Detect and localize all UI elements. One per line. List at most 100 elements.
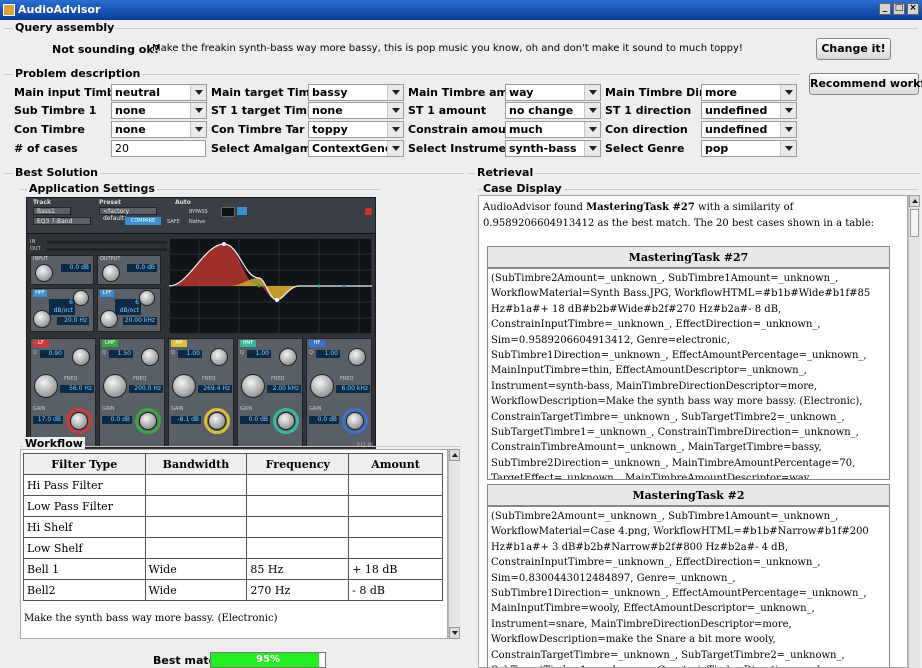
chevron-down-icon[interactable] [584,103,600,118]
case-display-title: Case Display [481,182,564,195]
table-row[interactable]: Low Shelf [23,537,443,559]
problem-select-6[interactable]: no change [505,102,601,119]
plugin-hpf-slope-knob [73,290,89,306]
scroll-thumb[interactable] [910,209,919,237]
eq-band-gain-2: -8.1 dB [171,416,201,424]
workflow-table-header: Filter Type Bandwidth Frequency Amount [23,453,443,475]
workflow-scrollbar[interactable] [448,449,460,639]
chevron-down-icon[interactable] [780,103,796,118]
eq-band-freq-label-4: FREQ [340,376,354,382]
problem-select-15[interactable]: pop [701,140,797,157]
eq-band-freq-1: 200.0 Hz [129,385,163,393]
plugin-meter [221,207,235,217]
problem-select-11[interactable]: undefined [701,121,797,138]
table-cell [348,474,443,496]
plugin-lpf-label: LPF [100,290,114,297]
chevron-down-icon[interactable] [387,85,403,100]
chevron-down-icon[interactable] [584,141,600,156]
plugin-lpf-slope: 6 dB/oct [115,299,141,315]
table-row[interactable]: Bell2 Wide 270 Hz - 8 dB [23,579,443,601]
problem-select-14[interactable]: synth-bass [505,140,601,157]
chevron-down-icon[interactable] [780,141,796,156]
scroll-up-arrow-icon[interactable] [909,195,920,207]
eq-band-gain-1: 0.0 dB [102,416,132,424]
eq-band-q-4: 1.00 [316,350,340,358]
table-cell [144,495,248,517]
eq-band-q-2: 1.00 [178,350,202,358]
workflow-table-body: Hi Pass Filter Low Pass Filter Hi Shelf Low… [23,474,443,601]
problem-select-8[interactable]: none [111,121,207,138]
plugin-hpf-label: HPF [33,290,47,297]
table-cell [144,516,248,538]
window-titlebar: AudioAdvisor _ □ × [0,0,922,20]
chevron-down-icon[interactable] [387,141,403,156]
eq-band-gain-4: 0.0 dB [309,416,339,424]
plugin-compare-button: COMPARE [125,217,161,225]
change-it-button[interactable]: Change it! [816,38,891,60]
problem-label-10: Constrain amount [408,123,519,136]
chevron-down-icon[interactable] [387,122,403,137]
best-solution-title: Best Solution [13,166,100,179]
problem-select-1[interactable]: bassy [308,84,404,101]
case-body-1: (SubTimbre2Amount=_unknown_, SubTimbre1A… [487,268,890,480]
eq-band-gain-label-0: GAIN [33,406,46,412]
problem-value-7: undefined [705,104,768,117]
case-title-2: MasteringTask #2 [487,484,890,506]
chevron-down-icon[interactable] [190,122,206,137]
num-cases-input[interactable]: 20 [111,140,206,157]
plugin-close-indicator [365,208,372,215]
table-row[interactable]: Hi Pass Filter [23,474,443,496]
problem-select-4[interactable]: none [111,102,207,119]
problem-value-14: synth-bass [509,142,577,155]
query-assembly-title: Query assembly [13,21,117,34]
table-row[interactable]: Low Pass Filter [23,495,443,517]
eq-band-gain-3: 0.0 dB [240,416,270,424]
eq-band-gain-knob-4 [346,412,364,430]
chevron-down-icon[interactable] [190,103,206,118]
close-button[interactable]: × [907,3,919,15]
scroll-up-arrow-icon[interactable] [449,449,460,461]
window-title: AudioAdvisor [18,3,101,16]
plugin-hpf-slope: 6 dB/oct [49,299,75,315]
plugin-in-meter [47,241,167,244]
plugin-native-label: Native [189,219,206,225]
table-row[interactable]: Hi Shelf [23,516,443,538]
chevron-down-icon[interactable] [190,85,206,100]
eq-band-name-1: LMF [102,340,118,347]
plugin-input-knob [35,264,53,282]
problem-select-13[interactable]: ContextGeneric [308,140,404,157]
problem-select-2[interactable]: way [505,84,601,101]
table-cell [246,516,350,538]
query-prompt-label: Not sounding ok? [52,43,161,56]
case-display-scrollbar[interactable] [908,195,920,668]
case-intro-text: AudioAdvisor found [483,202,583,213]
eq-band-name-0: LF [33,340,49,347]
chevron-down-icon[interactable] [584,85,600,100]
case-display-panel: AudioAdvisor found MasteringTask #27 wit… [478,195,908,668]
eq-band-freq-knob-4 [310,374,334,398]
eq-band-q-knob-3 [279,348,297,366]
plugin-output-knob [102,264,120,282]
eq-band-q-knob-0 [72,348,90,366]
eq-band-q-0: 0.90 [40,350,64,358]
recommend-workflow-button[interactable]: Recommend workflow [809,73,922,95]
chevron-down-icon[interactable] [584,122,600,137]
problem-select-10[interactable]: much [505,121,601,138]
problem-select-3[interactable]: more [701,84,797,101]
chevron-down-icon[interactable] [780,122,796,137]
problem-select-0[interactable]: neutral [111,84,207,101]
problem-value-1: bassy [312,86,348,99]
maximize-button[interactable]: □ [893,3,905,15]
minimize-button[interactable]: _ [879,3,891,15]
eq-band-q-label-3: Q [240,350,244,356]
eq-band-gain-label-2: GAIN [171,406,184,412]
problem-select-9[interactable]: toppy [308,121,404,138]
problem-value-10: much [509,123,543,136]
chevron-down-icon[interactable] [780,85,796,100]
table-row[interactable]: Bell 1 Wide 85 Hz + 18 dB [23,558,443,580]
problem-select-5[interactable]: none [308,102,404,119]
chevron-down-icon[interactable] [387,103,403,118]
problem-select-7[interactable]: undefined [701,102,797,119]
eq-band-freq-label-2: FREQ [202,376,216,382]
scroll-down-arrow-icon[interactable] [449,627,460,639]
